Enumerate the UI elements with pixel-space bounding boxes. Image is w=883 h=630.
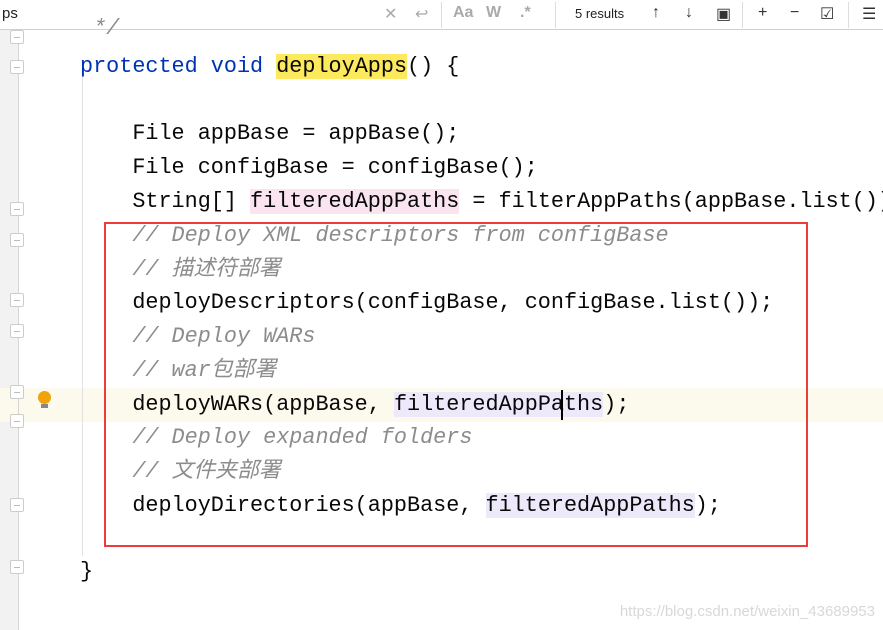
arrow-up-icon[interactable]: ↑ [652,4,660,22]
code-line[interactable]: File configBase = configBase(); [80,153,538,183]
code-token: deployApps [276,54,408,79]
divider [848,2,849,28]
regex-icon[interactable]: .* [520,4,531,22]
code-token: = filterAppPaths(appBase.list()); [459,189,883,214]
code-line[interactable]: */ [80,14,119,44]
fold-icon[interactable] [10,385,24,399]
results-count: 5 results [575,6,625,21]
code-token: File configBase = configBase(); [80,155,538,180]
code-token: filteredAppPaths [250,189,460,214]
toggle-selection-icon[interactable]: ☑ [820,4,834,24]
divider [742,2,743,28]
code-token: */ [80,16,120,41]
code-line[interactable]: protected void deployApps() { [80,52,459,82]
fold-icon[interactable] [10,30,24,44]
code-token: String[] [80,189,251,214]
code-token: protected void [80,54,277,79]
watermark: https://blog.csdn.net/weixin_43689953 [619,603,875,620]
add-selection-icon[interactable]: + [758,4,767,22]
fold-icon[interactable] [10,202,24,216]
fold-icon[interactable] [10,233,24,247]
code-line[interactable]: File appBase = appBase(); [80,119,459,149]
fold-icon[interactable] [10,60,24,74]
lightbulb-icon[interactable] [38,391,51,408]
divider [555,2,556,28]
arrow-down-icon[interactable]: ↓ [685,4,693,22]
words-icon[interactable]: W [486,4,501,22]
search-input[interactable]: ps [2,5,18,22]
select-all-icon[interactable]: ▣ [716,4,731,24]
fold-icon[interactable] [10,498,24,512]
match-case-icon[interactable]: Aa [453,4,473,22]
code-token: File appBase = appBase(); [80,121,460,146]
fold-icon[interactable] [10,324,24,338]
find-bar: ps ✕ ↩ Aa W .* 5 results ↑ ↓ ▣ + − ☑ ☰ [0,0,883,30]
fold-icon[interactable] [10,414,24,428]
filter-icon[interactable]: ☰ [862,4,876,24]
annotation-box [104,222,808,547]
fold-icon[interactable] [10,293,24,307]
code-token: () { [407,54,460,79]
fold-icon[interactable] [10,560,24,574]
close-icon[interactable]: ✕ [384,4,397,24]
code-line[interactable]: String[] filteredAppPaths = filterAppPat… [80,187,883,217]
replace-icon[interactable]: ↩ [415,4,428,24]
code-line[interactable]: } [80,557,93,587]
code-token: } [80,559,94,584]
remove-selection-icon[interactable]: − [790,4,799,22]
divider [441,2,442,28]
